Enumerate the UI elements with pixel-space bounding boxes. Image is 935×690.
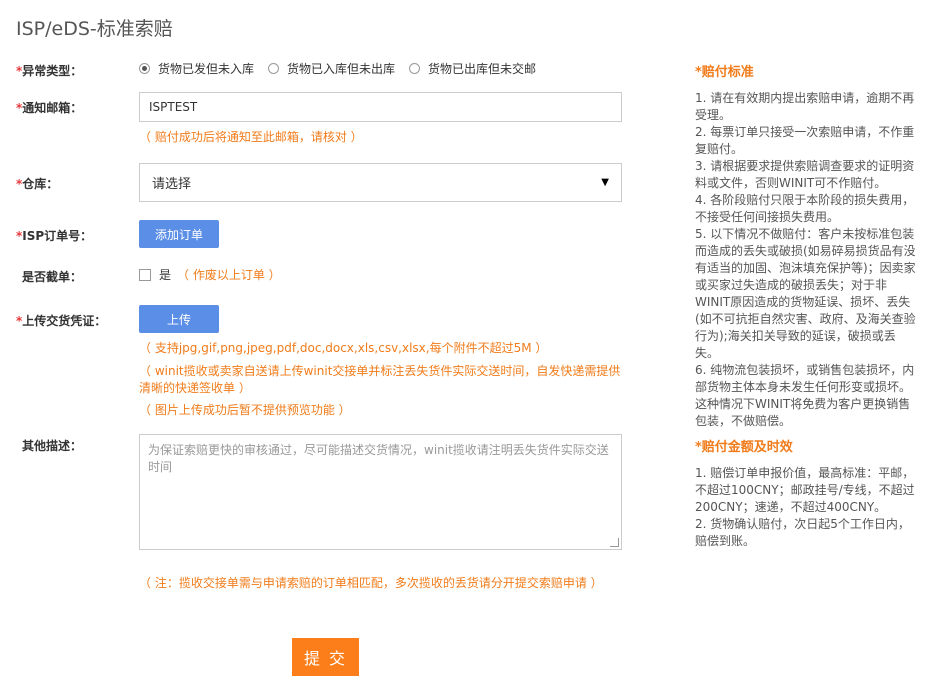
warehouse-label-text: 仓库： — [22, 177, 59, 191]
isp-order-label: *ISP订单号： — [16, 227, 92, 244]
description-placeholder-line2: 时间 — [148, 460, 173, 474]
upload-proof-hint-line2: 清晰的快递签收单 ） — [139, 381, 251, 395]
standard-line: 料或文件，否则WINIT可不作赔付。 — [695, 176, 887, 190]
amount-line: 200CNY；速递，不超过400CNY。 — [695, 500, 887, 514]
cutoff-row: 是 （ 作废以上订单 ） — [139, 266, 281, 283]
upload-preview-hint: （ 图片上传成功后暂不提供预览功能 ） — [139, 403, 351, 417]
standard-line: 包装，不做赔偿。 — [695, 414, 792, 428]
radio-option-shipped-not-received[interactable]: 货物已发但未入库 — [139, 60, 254, 77]
compensation-amount-title: *赔付金额及时效 — [695, 440, 793, 455]
upload-button[interactable]: 上传 — [139, 305, 219, 333]
warehouse-label: *仓库： — [16, 175, 58, 192]
standard-line: WINIT原因造成的货物延误、损坏、丢失 — [695, 295, 911, 309]
radio-option-shipped-not-delivered[interactable]: 货物已出库但未交邮 — [409, 60, 536, 77]
cutoff-label: 是否截单： — [22, 270, 83, 284]
submit-button[interactable]: 提 交 — [292, 638, 359, 676]
compensation-amount-list: 1. 赔偿订单申报价值，最高标准：平邮， 不超过100CNY；邮政挂号/专线，不… — [695, 465, 920, 550]
standard-line: 行为);海关扣关导致的延误，破损或丢 — [695, 329, 896, 343]
standard-line: 失。 — [695, 346, 720, 360]
notify-email-label-text: 通知邮箱： — [22, 101, 83, 115]
warehouse-select[interactable]: 请选择 ▼ — [139, 163, 622, 202]
standard-line: 2. 每票订单只接受一次索赔申请，不作重 — [695, 125, 915, 139]
amount-line: 2. 货物确认赔付，次日起5个工作日内， — [695, 517, 910, 531]
standard-line: 这种情况下WINIT将免费为客户更换销售 — [695, 397, 911, 411]
warehouse-select-value: 请选择 — [152, 177, 192, 192]
notify-email-field[interactable]: ISPTEST — [139, 92, 622, 122]
radio-button[interactable] — [409, 63, 421, 74]
standard-line: 受理。 — [695, 108, 732, 122]
abnormal-type-radio-group: 货物已发但未入库 货物已入库但未出库 货物已出库但未交邮 — [139, 60, 550, 77]
compensation-standard-title: *赔付标准 — [695, 65, 754, 80]
cutoff-checkbox[interactable] — [139, 268, 151, 281]
description-textarea[interactable]: 为保证索赔更快的审核通过，尽可能描述交货情况，winit揽收请注明丢失货件实际交… — [139, 434, 622, 550]
standard-line: 3. 请根据要求提供索赔调查要求的证明资 — [695, 159, 915, 173]
standard-line: 5. 以下情况不做赔付：客户未按标准包装 — [695, 227, 915, 241]
isp-order-label-text: ISP订单号： — [22, 229, 93, 243]
cutoff-hint: （ 作废以上订单 ） — [177, 268, 281, 282]
upload-proof-hint-line1: （ winit揽收或卖家自送请上传winit交接单并标注丢失货件实际交送时间，自… — [139, 364, 621, 378]
standard-line: 1. 请在有效期内提出索赔申请，逾期不再 — [695, 91, 915, 105]
compensation-standard-panel: *赔付标准 1. 请在有效期内提出索赔申请，逾期不再 受理。 2. 每票订单只接… — [695, 61, 920, 430]
compensation-amount-panel: *赔付金额及时效 1. 赔偿订单申报价值，最高标准：平邮， 不超过100CNY；… — [695, 436, 920, 550]
upload-label-text: 上传交货凭证： — [22, 314, 107, 328]
standard-line: 复赔付。 — [695, 142, 744, 156]
amount-line: 不超过100CNY；邮政挂号/专线，不超过 — [695, 483, 915, 497]
standard-line: 不接受任何间接损失费用。 — [695, 210, 840, 224]
abnormal-type-label: *异常类型： — [16, 62, 82, 79]
standard-line: 部货物主体本身未发生任何形变或损坏。 — [695, 380, 912, 394]
radio-label: 货物已入库但未出库 — [287, 62, 396, 76]
add-order-button[interactable]: 添加订单 — [139, 220, 219, 248]
cutoff-checkbox-label: 是 — [159, 268, 172, 282]
radio-label: 货物已发但未入库 — [158, 62, 255, 76]
standard-line: (如不可抗拒自然灾害、政府、及海关查验 — [695, 312, 916, 326]
radio-label: 货物已出库但未交邮 — [428, 62, 537, 76]
note-text: （ 注：揽收交接单需与申请索赔的订单相匹配，多次揽收的丢货请分开提交索赔申请 ） — [139, 576, 603, 590]
resize-handle-icon[interactable] — [610, 538, 619, 547]
amount-line: 赔偿到账。 — [695, 534, 756, 548]
radio-button[interactable] — [139, 63, 150, 74]
radio-option-received-not-shipped[interactable]: 货物已入库但未出库 — [268, 60, 395, 77]
caret-down-icon: ▼ — [601, 177, 609, 188]
standard-line: 或买家过失造成的破损丢失；对于非 — [695, 278, 888, 292]
abnormal-type-label-text: 异常类型： — [22, 64, 83, 78]
description-placeholder-line1: 为保证索赔更快的审核通过，尽可能描述交货情况，winit揽收请注明丢失货件实际交… — [148, 443, 609, 457]
standard-line: 4. 各阶段赔付只限于本阶段的损失费用， — [695, 193, 915, 207]
compensation-standard-list: 1. 请在有效期内提出索赔申请，逾期不再 受理。 2. 每票订单只接受一次索赔申… — [695, 90, 920, 430]
amount-line: 1. 赔偿订单申报价值，最高标准：平邮， — [695, 466, 915, 480]
description-label: 其他描述： — [22, 439, 83, 453]
standard-line: 6. 纯物流包装损坏，或销售包装损坏，内 — [695, 363, 915, 377]
notify-email-hint: （ 赔付成功后将通知至此邮箱，请核对 ） — [139, 130, 363, 144]
upload-label: *上传交货凭证： — [16, 312, 106, 329]
standard-line: 而造成的丢失或破损(如易碎易损货品有没 — [695, 244, 916, 258]
notify-email-label: *通知邮箱： — [16, 99, 82, 116]
standard-line: 有适当的加固、泡沫填充保护等)；因卖家 — [695, 261, 916, 275]
upload-formats-hint: （ 支持jpg,gif,png,jpeg,pdf,doc,docx,xls,cs… — [139, 341, 548, 355]
radio-button[interactable] — [268, 63, 280, 74]
page-title: ISP/eDS-标准索赔 — [16, 18, 173, 40]
